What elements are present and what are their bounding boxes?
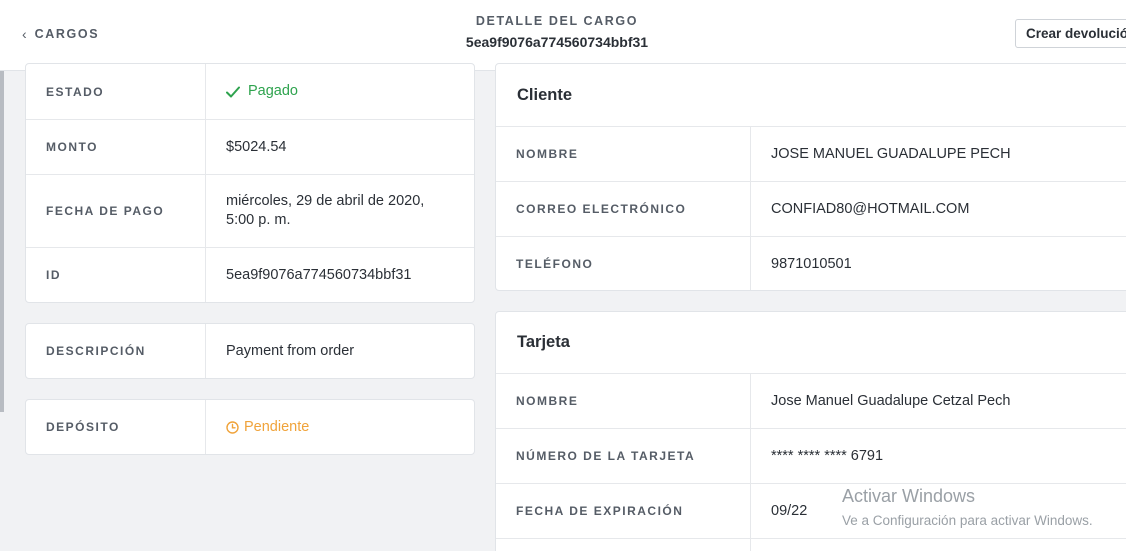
customer-card: Cliente NOMBRE JOSE MANUEL GUADALUPE PEC… [495,63,1126,291]
description-value: Payment from order [226,342,355,359]
id-row: ID 5ea9f9076a774560734bbf31 [26,248,474,302]
payment-date-row: FECHA DE PAGO miércoles, 29 de abril de … [26,175,474,248]
back-to-charges-link[interactable]: ‹ CARGOS [22,27,99,41]
status-value: Pagado [206,64,474,119]
status-label: ESTADO [26,64,206,119]
watermark-line2: Ve a Configuración para activar Windows. [842,513,1093,528]
status-row: ESTADO Pagado [26,64,474,120]
card-number-label: NÚMERO DE LA TARJETA [496,429,751,483]
charge-id-title: 5ea9f9076a774560734bbf31 [465,34,649,50]
create-refund-button[interactable]: Crear devolución [1015,19,1126,48]
id-value: 5ea9f9076a774560734bbf31 [226,266,412,283]
deposit-label: DEPÓSITO [26,400,206,454]
customer-email-value: CONFIAD80@HOTMAIL.COM [771,200,970,217]
description-card: DESCRIPCIÓN Payment from order [25,323,475,379]
description-label: DESCRIPCIÓN [26,324,206,378]
id-label: ID [26,248,206,302]
deposit-row: DEPÓSITO Pendiente [26,400,474,454]
customer-card-title: Cliente [496,64,1126,127]
card-number-row: NÚMERO DE LA TARJETA **** **** **** 6791 [496,429,1126,484]
customer-name-row: NOMBRE JOSE MANUEL GUADALUPE PECH [496,127,1126,182]
back-label: CARGOS [34,27,100,41]
customer-phone-value: 9871010501 [771,255,852,272]
customer-email-label: CORREO ELECTRÓNICO [496,182,751,236]
page-header: ‹ CARGOS DETALLE DEL CARGO 5ea9f9076a774… [0,0,1126,71]
windows-activation-watermark: Activar Windows Ve a Configuración para … [842,486,1093,528]
cardholder-name-row: NOMBRE Jose Manuel Guadalupe Cetzal Pech [496,374,1126,429]
deposit-value: Pendiente [206,400,474,454]
next-row-label [496,539,751,551]
left-panel-edge [0,70,4,412]
payment-date-line1: miércoles, 29 de abril de 2020, [226,193,425,209]
checkmark-icon [226,86,240,98]
payment-card-title: Tarjeta [496,312,1126,374]
deposit-status-text: Pendiente [244,418,310,435]
payment-date-value: miércoles, 29 de abril de 2020, 5:00 p. … [206,175,474,247]
description-row: DESCRIPCIÓN Payment from order [26,324,474,378]
next-row-value [751,539,1126,551]
charge-details-card: ESTADO Pagado MONTO $5024.54 FECHA DE PA… [25,63,475,303]
customer-phone-row: TELÉFONO 9871010501 [496,237,1126,290]
amount-label: MONTO [26,120,206,174]
payment-date-line2: 5:00 p. m. [226,212,291,228]
status-text: Pagado [248,83,298,99]
deposit-card: DEPÓSITO Pendiente [25,399,475,455]
page-title: DETALLE DEL CARGO 5ea9f9076a774560734bbf… [400,14,714,50]
watermark-line1: Activar Windows [842,486,976,506]
clock-icon [226,420,239,434]
card-number-value: **** **** **** 6791 [771,447,884,464]
payment-date-label: FECHA DE PAGO [26,175,206,247]
chevron-left-icon: ‹ [22,26,27,42]
cardholder-name-label: NOMBRE [496,374,751,428]
customer-name-label: NOMBRE [496,127,751,181]
page-subtitle: DETALLE DEL CARGO [475,14,639,28]
amount-value: $5024.54 [226,138,287,155]
amount-row: MONTO $5024.54 [26,120,474,175]
customer-name-value: JOSE MANUEL GUADALUPE PECH [771,145,1011,162]
customer-email-row: CORREO ELECTRÓNICO CONFIAD80@HOTMAIL.COM [496,182,1126,237]
customer-phone-label: TELÉFONO [496,237,751,290]
card-expiry-label: FECHA DE EXPIRACIÓN [496,484,751,538]
cardholder-name-value: Jose Manuel Guadalupe Cetzal Pech [771,392,1011,409]
next-row-partial [496,539,1126,551]
